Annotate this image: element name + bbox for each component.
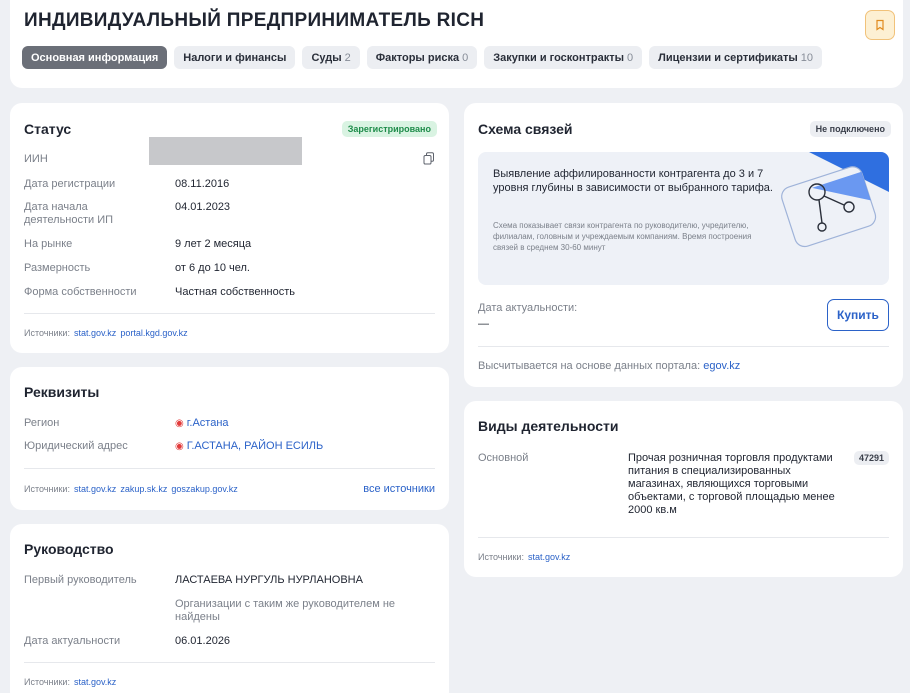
source-link[interactable]: stat.gov.kz xyxy=(74,484,116,494)
reg-date-value: 08.11.2016 xyxy=(175,178,230,190)
status-card: Статус Зарегистрировано ИИН Дата регистр… xyxy=(10,103,449,353)
location-pin-icon: ◉ xyxy=(175,418,184,429)
promo-sub-text: Схема показывает связи контрагента по ру… xyxy=(493,221,752,252)
source-link[interactable]: stat.gov.kz xyxy=(74,677,116,687)
all-sources-link[interactable]: все источники xyxy=(363,483,435,495)
reg-date-label: Дата регистрации xyxy=(24,178,116,190)
market-age-label: На рынке xyxy=(24,238,73,250)
copy-icon[interactable] xyxy=(423,152,435,168)
iin-redacted-value xyxy=(149,137,302,165)
links-date-label: Дата актуальности: xyxy=(478,302,578,314)
network-graph-illustration xyxy=(781,152,889,248)
tab-bar: Основная информация Налоги и финансы Суд… xyxy=(22,46,823,69)
calc-note: Высчитывается на основе данных портала: … xyxy=(478,360,741,372)
iin-label: ИИН xyxy=(24,153,48,165)
egov-link[interactable]: egov.kz xyxy=(703,360,740,372)
actual-date-label: Дата актуальности xyxy=(24,635,121,647)
actual-date-value: 06.01.2026 xyxy=(175,635,231,647)
tab-licenses[interactable]: Лицензии и сертификаты 10 xyxy=(649,46,823,69)
source-link[interactable]: stat.gov.kz xyxy=(528,552,570,562)
legal-address-value[interactable]: ◉ Г.АСТАНА, РАЙОН ЕСИЛЬ xyxy=(175,440,323,453)
size-label: Размерность xyxy=(24,262,91,274)
tab-main-info[interactable]: Основная информация xyxy=(22,46,168,69)
source-link[interactable]: stat.gov.kz xyxy=(74,328,116,338)
main-activity-description: Прочая розничная торговля продуктами пит… xyxy=(628,452,835,516)
source-link[interactable]: zakup.sk.kz xyxy=(120,484,167,494)
main-activity-label: Основной xyxy=(478,452,529,464)
director-note: Организации с таким же руководителем не … xyxy=(175,598,396,623)
promo-main-text: Выявление аффилированности контрагента д… xyxy=(493,168,773,194)
region-value[interactable]: ◉ г.Астана xyxy=(175,417,229,430)
management-card: Руководство Первый руководитель ЛАСТАЕВА… xyxy=(10,524,449,693)
status-badge: Зарегистрировано xyxy=(341,121,437,137)
market-age-value: 9 лет 2 месяца xyxy=(175,238,252,250)
links-scheme-card: Схема связей Не подключено Выявление афф… xyxy=(464,103,903,387)
location-pin-icon: ◉ xyxy=(175,441,184,452)
director-label: Первый руководитель xyxy=(24,574,137,586)
company-header: ИНДИВИДУАЛЬНЫЙ ПРЕДПРИНИМАТЕЛЬ RICH Осно… xyxy=(10,0,903,88)
source-link[interactable]: portal.kgd.gov.kz xyxy=(120,328,187,338)
connection-status-badge: Не подключено xyxy=(809,121,891,137)
activities-card: Виды деятельности Основной Прочая рознич… xyxy=(464,401,903,577)
source-link[interactable]: goszakup.gov.kz xyxy=(171,484,237,494)
ownership-label: Форма собственности xyxy=(24,286,137,298)
bookmark-icon xyxy=(876,19,884,31)
start-date-value: 04.01.2023 xyxy=(175,201,231,213)
status-sources: Источники: stat.gov.kz portal.kgd.gov.kz xyxy=(24,328,188,338)
activity-code-badge: 47291 xyxy=(853,451,889,465)
page-title: ИНДИВИДУАЛЬНЫЙ ПРЕДПРИНИМАТЕЛЬ RICH xyxy=(24,10,485,31)
status-title: Статус xyxy=(24,121,72,137)
divider xyxy=(24,313,435,314)
divider xyxy=(478,346,889,347)
activities-sources: Источники: stat.gov.kz xyxy=(478,552,571,562)
tab-procurement[interactable]: Закупки и госконтракты 0 xyxy=(484,46,643,69)
divider xyxy=(24,468,435,469)
divider xyxy=(24,662,435,663)
management-title: Руководство xyxy=(24,541,114,557)
buy-button[interactable]: Купить xyxy=(827,299,889,331)
ownership-value: Частная собственность xyxy=(175,286,296,298)
links-scheme-title: Схема связей xyxy=(478,121,573,137)
region-label: Регион xyxy=(24,417,60,429)
size-value: от 6 до 10 чел. xyxy=(175,262,250,274)
activities-title: Виды деятельности xyxy=(478,418,619,434)
links-date-value: — xyxy=(478,318,489,330)
tab-taxes[interactable]: Налоги и финансы xyxy=(174,46,296,69)
management-sources: Источники: stat.gov.kz xyxy=(24,677,117,687)
requisites-card: Реквизиты Регион ◉ г.Астана Юридический а… xyxy=(10,367,449,510)
links-promo-banner: Выявление аффилированности контрагента д… xyxy=(478,152,889,285)
director-value: ЛАСТАЕВА НУРГУЛЬ НУРЛАНОВНА xyxy=(175,574,363,586)
tab-risk-factors[interactable]: Факторы риска 0 xyxy=(366,46,478,69)
requisites-title: Реквизиты xyxy=(24,384,100,400)
tab-courts[interactable]: Суды 2 xyxy=(302,46,360,69)
requisites-sources: Источники: stat.gov.kz zakup.sk.kz goszakup… xyxy=(24,484,238,494)
divider xyxy=(478,537,889,538)
start-date-label: Дата начала деятельности ИП xyxy=(24,201,114,226)
bookmark-button[interactable] xyxy=(865,10,895,40)
legal-address-label: Юридический адрес xyxy=(24,440,128,452)
